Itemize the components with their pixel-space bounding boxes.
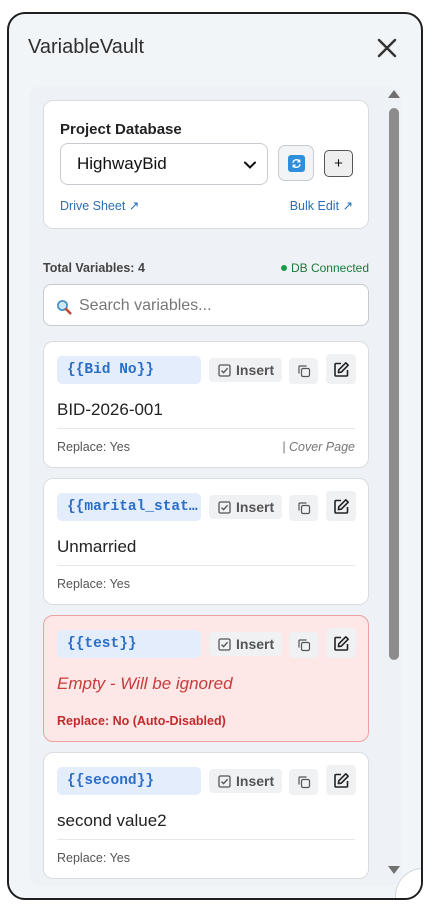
checkbox-icon bbox=[218, 500, 231, 514]
bulk-edit-link[interactable]: Bulk Edit ↗ bbox=[290, 198, 353, 213]
search-icon bbox=[57, 300, 72, 315]
sync-button[interactable] bbox=[278, 145, 314, 181]
replace-status: Replace: Yes bbox=[57, 440, 130, 454]
edit-icon bbox=[333, 772, 349, 788]
divider bbox=[57, 428, 355, 429]
db-status-badge: DB Connected bbox=[280, 261, 369, 275]
close-icon bbox=[377, 38, 397, 58]
add-database-button[interactable]: + bbox=[324, 150, 353, 177]
insert-button[interactable]: Insert bbox=[209, 769, 282, 793]
insert-label: Insert bbox=[236, 499, 275, 515]
panel-header: VariableVault bbox=[9, 14, 421, 84]
insert-button[interactable]: Insert bbox=[209, 358, 282, 382]
close-button[interactable] bbox=[375, 36, 399, 60]
database-label: Project Database bbox=[60, 121, 182, 138]
copy-icon bbox=[297, 639, 310, 652]
variable-value: second value2 bbox=[57, 811, 167, 830]
edit-icon bbox=[333, 635, 349, 651]
edit-button[interactable] bbox=[326, 354, 356, 384]
checkbox-icon bbox=[218, 363, 231, 377]
variable-key[interactable]: {{Bid No}} bbox=[57, 356, 201, 384]
edit-button[interactable] bbox=[326, 765, 356, 795]
variable-key[interactable]: {{marital_status}} bbox=[57, 493, 201, 521]
search-box[interactable] bbox=[43, 284, 369, 326]
checkbox-icon bbox=[218, 774, 231, 788]
status-dot-icon bbox=[280, 264, 287, 271]
variable-card: {{marital_status}} Insert Unmarried Repl… bbox=[43, 478, 369, 605]
chevron-down-icon bbox=[244, 161, 256, 169]
edit-button[interactable] bbox=[326, 491, 356, 521]
replace-status: Replace: Yes bbox=[57, 577, 130, 591]
insert-button[interactable]: Insert bbox=[209, 495, 282, 519]
variable-key[interactable]: {{second}} bbox=[57, 767, 201, 795]
replace-status: Replace: No (Auto-Disabled) bbox=[57, 714, 226, 728]
checkbox-icon bbox=[218, 637, 231, 651]
vertical-scrollbar[interactable] bbox=[387, 86, 401, 886]
variables-scroll-area[interactable]: Project Database HighwayBid + Drive Shee… bbox=[29, 86, 401, 886]
variable-value: Empty - Will be ignored bbox=[57, 674, 233, 693]
copy-button[interactable] bbox=[289, 358, 318, 384]
copy-icon bbox=[297, 776, 310, 789]
edit-icon bbox=[333, 498, 349, 514]
insert-label: Insert bbox=[236, 636, 275, 652]
scroll-down-arrow-icon[interactable] bbox=[388, 866, 400, 874]
database-card: Project Database HighwayBid + Drive Shee… bbox=[43, 100, 369, 229]
variable-section: | Cover Page bbox=[282, 440, 355, 454]
variable-card: {{Bid No}} Insert BID-2026-001 Replace: … bbox=[43, 341, 369, 468]
copy-icon bbox=[297, 365, 310, 378]
database-select[interactable]: HighwayBid bbox=[60, 143, 268, 185]
insert-button[interactable]: Insert bbox=[209, 632, 282, 656]
search-input[interactable] bbox=[79, 294, 359, 318]
insert-label: Insert bbox=[236, 773, 275, 789]
app-title: VariableVault bbox=[28, 36, 144, 58]
divider bbox=[57, 839, 355, 840]
stats-row: Total Variables: 4 DB Connected bbox=[43, 259, 369, 277]
extension-panel: VariableVault Project Database HighwayBi… bbox=[7, 12, 423, 900]
database-selected-value: HighwayBid bbox=[77, 154, 167, 173]
variable-card-empty: {{test}} Insert Empty - Will be ignored … bbox=[43, 615, 369, 742]
insert-label: Insert bbox=[236, 362, 275, 378]
edit-icon bbox=[333, 361, 349, 377]
variable-key[interactable]: {{test}} bbox=[57, 630, 201, 658]
scroll-up-arrow-icon[interactable] bbox=[388, 90, 400, 98]
copy-button[interactable] bbox=[289, 495, 318, 521]
divider bbox=[57, 565, 355, 566]
variable-card: {{second}} Insert second value2 Replace:… bbox=[43, 752, 369, 879]
total-variables: Total Variables: 4 bbox=[43, 261, 145, 275]
copy-button[interactable] bbox=[289, 632, 318, 658]
variable-value: Unmarried bbox=[57, 537, 137, 556]
replace-status: Replace: Yes bbox=[57, 851, 130, 865]
variable-value: BID-2026-001 bbox=[57, 400, 163, 419]
edit-button[interactable] bbox=[326, 628, 356, 658]
sync-icon bbox=[287, 154, 305, 172]
copy-icon bbox=[297, 502, 310, 515]
drive-sheet-link[interactable]: Drive Sheet ↗ bbox=[60, 198, 139, 213]
db-status-label: DB Connected bbox=[290, 261, 369, 275]
copy-button[interactable] bbox=[289, 769, 318, 795]
scroll-thumb[interactable] bbox=[389, 108, 399, 660]
